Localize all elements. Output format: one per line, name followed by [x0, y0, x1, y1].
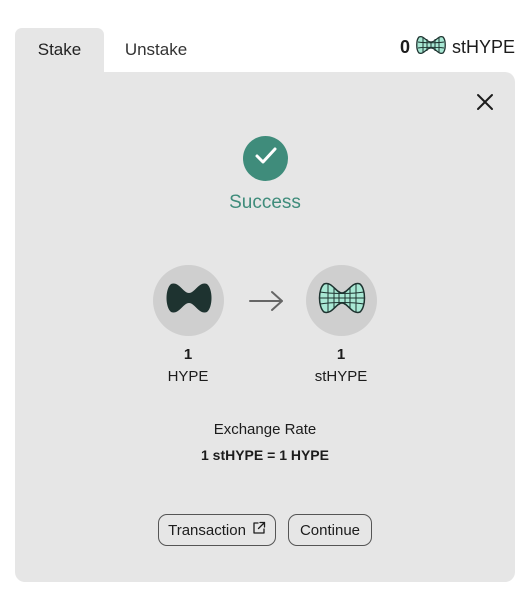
transaction-button[interactable]: Transaction — [158, 514, 276, 546]
continue-button[interactable]: Continue — [288, 514, 372, 546]
success-badge — [243, 136, 288, 181]
sthype-balance: 0 stHYPE — [400, 34, 515, 60]
external-link-icon — [252, 521, 266, 539]
continue-button-label: Continue — [299, 521, 361, 539]
tab-unstake[interactable]: Unstake — [104, 28, 208, 72]
balance-token: stHYPE — [451, 36, 515, 57]
hype-token-icon — [165, 281, 213, 320]
tab-unstake-label: Unstake — [124, 40, 188, 59]
from-symbol: HYPE — [167, 368, 209, 385]
success-title: Success — [229, 192, 301, 213]
to-amount: 1 — [336, 346, 346, 363]
tab-stake-label: Stake — [37, 40, 82, 59]
tab-stake[interactable]: Stake — [15, 28, 104, 72]
exchange-rate-value: 1 stHYPE = 1 HYPE — [200, 447, 329, 463]
arrow-right-icon — [248, 288, 286, 314]
balance-amount: 0 — [399, 36, 410, 57]
sthype-token-icon — [416, 34, 446, 61]
stake-success-panel: Success 1 HYPE 1 stHYPE Exchange Rate 1 … — [15, 72, 515, 582]
transaction-button-label: Transaction — [168, 521, 246, 539]
sthype-token-badge — [306, 265, 377, 336]
check-icon — [254, 146, 278, 171]
to-symbol: stHYPE — [314, 368, 368, 385]
close-button[interactable] — [473, 92, 497, 116]
sthype-token-icon — [318, 281, 366, 320]
exchange-rate-label: Exchange Rate — [213, 421, 317, 438]
close-icon — [476, 93, 494, 116]
from-amount: 1 — [183, 346, 193, 363]
hype-token-badge — [153, 265, 224, 336]
